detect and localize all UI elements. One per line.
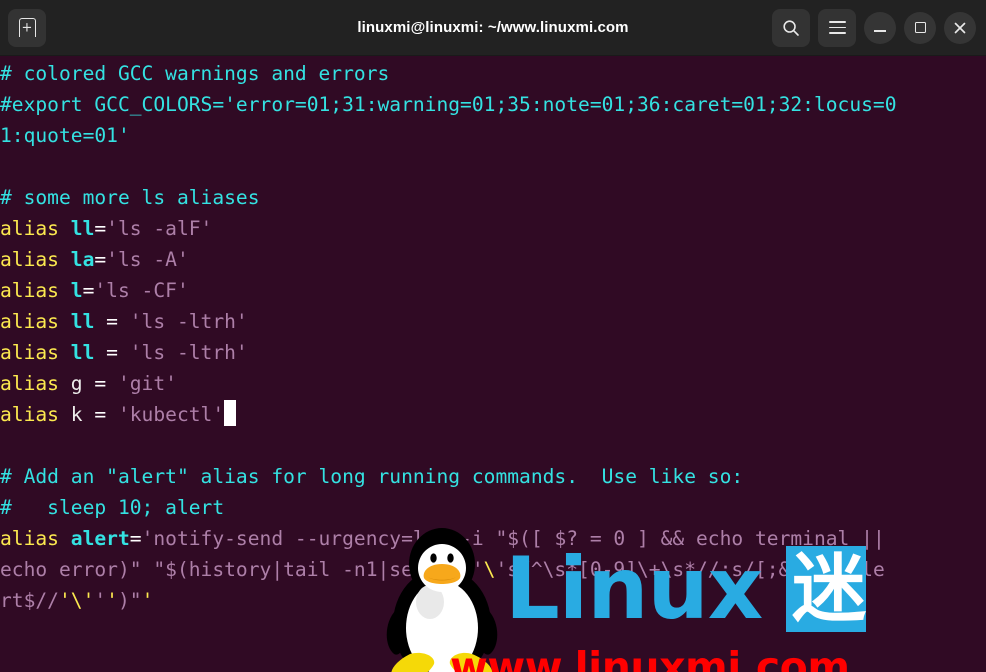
- terminal-text: # sleep 10; alert: [0, 496, 225, 519]
- terminal-text: alias: [0, 372, 71, 395]
- terminal-text: alias: [0, 279, 71, 302]
- terminal-text: # Add an "alert" alias for long running …: [0, 465, 744, 488]
- terminal-text: 'git': [117, 372, 177, 395]
- terminal-text: alias: [0, 341, 71, 364]
- terminal-text: 'ls -ltrh': [129, 310, 248, 333]
- terminal-text: =: [129, 527, 142, 550]
- terminal-text: k: [70, 403, 83, 426]
- terminal-line: # sleep 10; alert: [0, 492, 224, 523]
- terminal-text: alias: [0, 248, 71, 271]
- terminal-line: rt$//'\''')"': [0, 585, 153, 616]
- terminal-line: # colored GCC warnings and errors: [0, 58, 389, 89]
- close-button[interactable]: [944, 11, 976, 44]
- search-icon: [783, 19, 799, 36]
- terminal-text: 'notify-send --urgency=low -i "$([ $? = …: [141, 527, 897, 550]
- terminal-text: rt$//: [0, 589, 59, 612]
- terminal-text: \: [483, 558, 496, 581]
- hamburger-icon: [828, 21, 846, 34]
- terminal-text: alias: [0, 310, 71, 333]
- terminal-line: # some more ls aliases: [0, 182, 260, 213]
- terminal-line: alias la='ls -A': [0, 244, 189, 275]
- terminal-line: alias ll = 'ls -ltrh': [0, 337, 248, 368]
- terminal-text: ': [141, 589, 154, 612]
- terminal-line: 1:quote=01': [0, 120, 130, 151]
- terminal-line: alias g = 'git': [0, 368, 177, 399]
- terminal-text: g: [70, 372, 83, 395]
- terminal-text: =: [82, 279, 95, 302]
- terminal-text: =: [94, 341, 130, 364]
- terminal-text: =: [82, 372, 118, 395]
- terminal-text: 'ls -A': [106, 248, 189, 271]
- terminal-text: ll: [70, 341, 95, 364]
- terminal-text: ': [94, 589, 107, 612]
- terminal-line: alias alert='notify-send --urgency=low -…: [0, 523, 897, 554]
- terminal-text: l: [70, 279, 83, 302]
- minimize-icon: [874, 30, 886, 32]
- terminal-text: alert: [70, 527, 130, 550]
- terminal-text: alias: [0, 527, 71, 550]
- titlebar: linuxmi@linuxmi: ~/www.linuxmi.com: [0, 0, 986, 56]
- terminal-text: =: [94, 310, 130, 333]
- terminal-line: # Add an "alert" alias for long running …: [0, 461, 743, 492]
- terminal-line: alias l='ls -CF': [0, 275, 189, 306]
- maximize-button[interactable]: [904, 11, 936, 44]
- window-title: linuxmi@linuxmi: ~/www.linuxmi.com: [357, 19, 629, 36]
- menu-button[interactable]: [818, 8, 856, 47]
- terminal-text: =: [82, 403, 118, 426]
- terminal-line: alias k = 'kubectl': [0, 399, 237, 430]
- text-cursor: [224, 400, 237, 426]
- terminal-text: 's/^\s*[0-9]\+\s*//;s/[;&|]\s*ale: [495, 558, 885, 581]
- titlebar-right-controls: [772, 8, 976, 47]
- terminal-line: echo error)" "$(history|tail -n1|sed -e …: [0, 554, 885, 585]
- terminal-body[interactable]: # colored GCC warnings and errors #export…: [0, 56, 986, 672]
- terminal-text: =: [94, 217, 107, 240]
- search-button[interactable]: [772, 8, 810, 47]
- new-tab-icon: [18, 18, 36, 37]
- maximize-icon: [914, 22, 926, 33]
- terminal-text: )": [117, 589, 142, 612]
- terminal-text: 'ls -ltrh': [129, 341, 248, 364]
- terminal-text: echo error)" "$(history|tail -n1|sed -e …: [0, 558, 484, 581]
- terminal-text: alias: [0, 217, 71, 240]
- terminal-text: alias: [0, 403, 71, 426]
- terminal-screen[interactable]: # colored GCC warnings and errors #export…: [0, 56, 986, 672]
- terminal-text: 'ls -alF': [106, 217, 213, 240]
- minimize-button[interactable]: [864, 11, 896, 44]
- terminal-text: 'ls -CF': [94, 279, 189, 302]
- terminal-text: ll: [70, 217, 95, 240]
- terminal-line: alias ll = 'ls -ltrh': [0, 306, 248, 337]
- titlebar-left-controls: [8, 8, 46, 47]
- terminal-text: #export GCC_COLORS='error=01;31:warning=…: [0, 93, 897, 116]
- terminal-text: # some more ls aliases: [0, 186, 260, 209]
- terminal-text: # colored GCC warnings and errors: [0, 62, 390, 85]
- terminal-text: 1:quote=01': [0, 124, 130, 147]
- terminal-text: la: [70, 248, 95, 271]
- terminal-line: alias ll='ls -alF': [0, 213, 212, 244]
- vim-status-line: -- 插入 -- 97,20 68%: [0, 641, 986, 672]
- terminal-text: ': [106, 589, 118, 612]
- close-icon: [954, 22, 966, 33]
- terminal-text: '\': [58, 589, 95, 612]
- terminal-line: #export GCC_COLORS='error=01;31:warning=…: [0, 89, 897, 120]
- terminal-text: 'kubectl': [117, 403, 225, 426]
- terminal-text: ll: [70, 310, 95, 333]
- new-tab-button[interactable]: [8, 8, 46, 47]
- terminal-window: linuxmi@linuxmi: ~/www.linuxmi.com: [0, 0, 986, 672]
- terminal-text: =: [94, 248, 107, 271]
